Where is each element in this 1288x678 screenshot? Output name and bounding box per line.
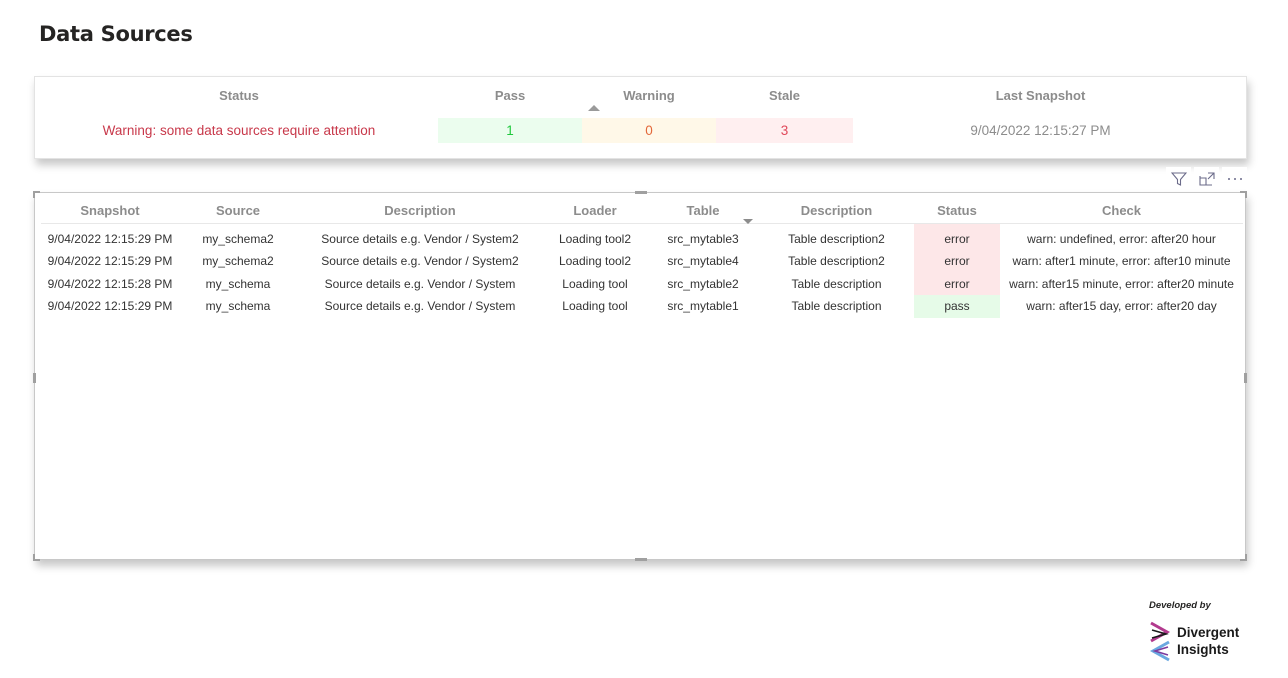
resize-handle-bottom-left[interactable] (33, 554, 40, 561)
resize-handle-left[interactable] (33, 373, 36, 383)
focus-mode-icon (1198, 172, 1215, 186)
resize-handle-top-left[interactable] (33, 191, 40, 198)
sort-descending-icon (743, 219, 753, 224)
kpi-pass: Pass 1 (438, 77, 582, 160)
divergent-insights-logo: Divergent Insights (1149, 620, 1239, 662)
cell-snapshot: 9/04/2022 12:15:29 PM (47, 299, 173, 314)
resize-handle-bottom-right[interactable] (1240, 554, 1247, 561)
divergent-insights-chevron-icon (1149, 621, 1171, 662)
cell-status: error (914, 223, 1000, 250)
kpi-last-snapshot: Last Snapshot 9/04/2022 12:15:27 PM (853, 77, 1228, 160)
cell-table: src_mytable3 (667, 232, 739, 247)
kpi-summary-card: Status Warning: some data sources requir… (34, 76, 1247, 159)
cell-table-description: Table description (791, 299, 882, 314)
kpi-warning-label[interactable]: Warning (582, 88, 716, 103)
cell-source: my_schema (205, 299, 271, 314)
cell-status: pass (914, 295, 1000, 318)
table-row[interactable]: 9/04/2022 12:15:29 PM my_schema2 Source … (41, 250, 1243, 273)
column-header-snapshot[interactable]: Snapshot (41, 199, 179, 224)
kpi-pass-value: 1 (438, 118, 582, 143)
table-row[interactable]: 9/04/2022 12:15:29 PM my_schema Source d… (41, 295, 1243, 318)
page-title: Data Sources (39, 22, 193, 46)
data-sources-table: Snapshot Source Description Loader Table… (41, 199, 1243, 318)
kpi-status: Status Warning: some data sources requir… (35, 77, 443, 160)
cell-snapshot: 9/04/2022 12:15:29 PM (47, 232, 173, 247)
cell-table-description: Table description2 (788, 232, 885, 247)
kpi-stale-label[interactable]: Stale (716, 88, 853, 103)
kpi-warning: Warning 0 (582, 77, 716, 160)
cell-check: warn: after1 minute, error: after10 minu… (1012, 254, 1231, 269)
kpi-stale-value: 3 (716, 118, 853, 143)
column-header-status[interactable]: Status (914, 199, 1000, 224)
column-header-table-description[interactable]: Description (743, 199, 914, 224)
cell-loader: Loading tool (562, 276, 628, 291)
cell-status: error (914, 272, 1000, 295)
brand-line-1: Divergent (1177, 625, 1240, 640)
developed-by-label: Developed by (1149, 600, 1211, 611)
kpi-status-label: Status (219, 88, 259, 103)
table-header-row: Snapshot Source Description Loader Table… (41, 199, 1243, 224)
cell-table-description: Table description2 (788, 254, 885, 269)
cell-source-description: Source details e.g. Vendor / System2 (321, 232, 519, 247)
cell-table: src_mytable2 (667, 276, 739, 291)
cell-snapshot: 9/04/2022 12:15:28 PM (47, 276, 173, 291)
resize-handle-top-right[interactable] (1240, 191, 1247, 198)
focus-mode-button[interactable] (1194, 167, 1219, 191)
column-header-check[interactable]: Check (1000, 199, 1243, 224)
data-sources-table-visual: Snapshot Source Description Loader Table… (33, 191, 1247, 561)
brand-line-2: Insights (1177, 642, 1229, 657)
filter-button[interactable] (1166, 167, 1191, 191)
cell-loader: Loading tool2 (558, 232, 632, 247)
cell-check: warn: after15 day, error: after20 day (1026, 299, 1217, 314)
cell-source-description: Source details e.g. Vendor / System2 (321, 254, 519, 269)
cell-table: src_mytable1 (667, 299, 739, 314)
column-header-table-description-label: Description (800, 203, 873, 219)
kpi-stale: Stale 3 (716, 77, 853, 160)
resize-handle-bottom[interactable] (635, 558, 647, 561)
more-options-icon (1227, 178, 1242, 180)
cell-source-description: Source details e.g. Vendor / System (324, 276, 516, 291)
table-row[interactable]: 9/04/2022 12:15:29 PM my_schema2 Source … (41, 223, 1243, 250)
column-header-loader[interactable]: Loader (543, 199, 647, 224)
kpi-pass-label[interactable]: Pass (438, 88, 582, 103)
column-header-source-description[interactable]: Description (297, 199, 543, 224)
cell-source: my_schema (205, 276, 271, 291)
cell-status: error (914, 250, 1000, 273)
resize-handle-top[interactable] (635, 191, 647, 194)
cell-source-description: Source details e.g. Vendor / System (324, 299, 516, 314)
more-options-button[interactable] (1222, 167, 1247, 191)
table-row[interactable]: 9/04/2022 12:15:28 PM my_schema Source d… (41, 272, 1243, 295)
cell-check: warn: undefined, error: after20 hour (1027, 232, 1216, 247)
kpi-last-snapshot-value: 9/04/2022 12:15:27 PM (970, 123, 1111, 138)
cell-table-description: Table description (791, 276, 882, 291)
cell-loader: Loading tool (562, 299, 628, 314)
cell-snapshot: 9/04/2022 12:15:29 PM (47, 254, 173, 269)
kpi-warning-value: 0 (582, 118, 716, 143)
cell-table: src_mytable4 (667, 254, 739, 269)
cell-check: warn: after15 minute, error: after20 min… (1009, 276, 1234, 291)
kpi-status-value: Warning: some data sources require atten… (102, 123, 376, 138)
column-header-source[interactable]: Source (179, 199, 297, 224)
cell-source: my_schema2 (202, 254, 274, 269)
filter-icon (1170, 172, 1187, 186)
cell-loader: Loading tool2 (558, 254, 632, 269)
cell-source: my_schema2 (202, 232, 274, 247)
brand-name: Divergent Insights (1177, 624, 1239, 658)
visual-header (1166, 167, 1247, 191)
resize-handle-right[interactable] (1244, 373, 1247, 383)
kpi-last-snapshot-label: Last Snapshot (995, 88, 1086, 103)
